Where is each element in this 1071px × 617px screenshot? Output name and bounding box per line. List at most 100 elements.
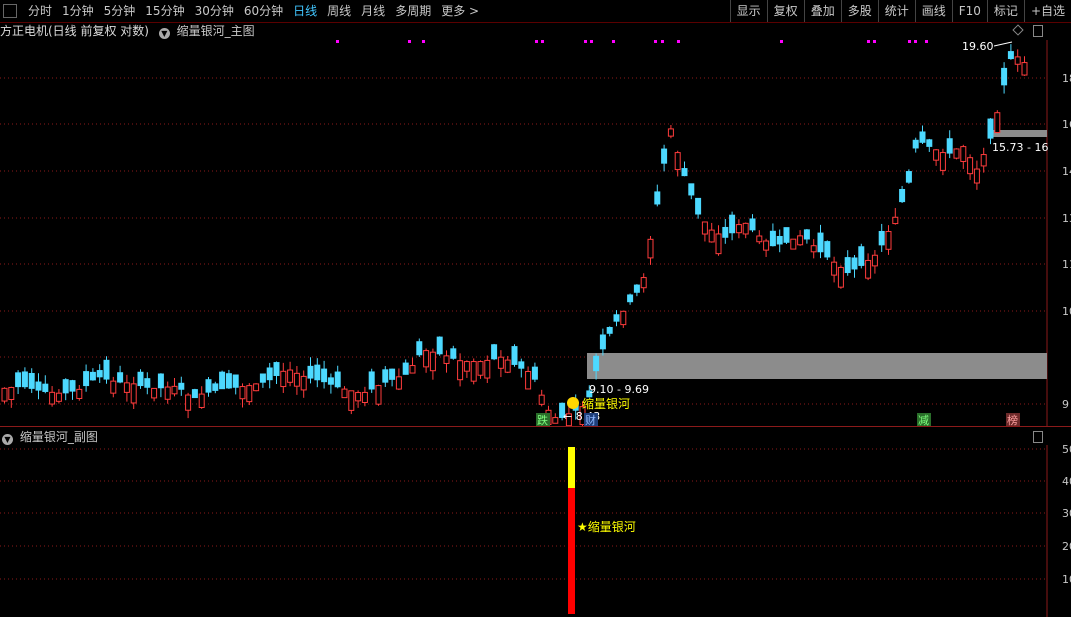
candle-body [293,372,300,387]
signal-marker [612,40,615,43]
candle-body [701,221,708,235]
candle-body [436,336,443,355]
candle-body [382,369,389,383]
candle-body [395,376,402,390]
window-restore-icon[interactable] [1033,431,1043,443]
sub-signal-label: ★缩量银河 [577,519,636,534]
candle-body [953,148,960,159]
toolbar-action-5[interactable]: 画线 [914,0,952,22]
candlestick-chart[interactable]: 181614131110919.60← 8.439.10 - 9.6915.73… [0,40,1071,426]
candle-body [273,362,280,376]
candle-body [871,254,878,267]
signal-bar-bottom [568,488,575,614]
candle-body [885,231,892,250]
support-zone [587,353,1047,379]
period-tab-10[interactable]: 更多 > [436,0,484,22]
toolbar-action-0[interactable]: 显示 [729,0,767,22]
candle-body [967,157,974,175]
candle-body [83,371,90,387]
stock-title: 方正电机(日线 前复权 对数) [0,24,149,38]
candle-body [246,385,253,403]
event-tag: 榜 [1007,413,1018,426]
candle-body [661,148,668,164]
high-price-label: 19.60 [962,40,994,53]
toolbar-action-1[interactable]: 复权 [766,0,804,22]
candle-body [280,370,287,388]
candle-body [491,344,498,360]
candle-body [123,382,130,393]
candle-body [76,388,83,399]
period-tab-8[interactable]: 月线 [356,0,390,22]
main-indicator-title[interactable]: 缩量银河_主图 [177,24,255,38]
candle-body [185,394,192,411]
toolbar-action-6[interactable]: F10 [951,0,987,22]
candle-body [742,222,749,235]
candle-body [110,380,117,394]
candle-body [137,371,144,387]
candle-body [790,238,797,250]
candle-body [858,246,865,266]
period-tab-6[interactable]: 日线 [288,0,322,22]
candle-body [225,373,232,389]
event-tag: 减 [918,414,929,426]
sub-indicator-title[interactable]: 缩量银河_副图 [20,430,98,444]
toolbar-action-7[interactable]: 标记 [986,0,1024,22]
candle-body [939,152,946,171]
candle-body [49,391,56,405]
indicator-chart[interactable]: 50 40 30 20 10 ★缩量银河 [0,445,1071,617]
candle-body [647,238,654,259]
candle-body [810,245,817,253]
diamond-icon[interactable] [1012,24,1024,36]
period-tab-9[interactable]: 多周期 [390,0,436,22]
candle-body [341,388,348,399]
signal-marker [677,40,680,43]
panel-toggle-icon[interactable] [3,4,17,18]
candle-body [518,361,525,369]
candle-body [443,355,450,364]
candle-body [15,372,22,388]
period-tab-7[interactable]: 周线 [322,0,356,22]
period-tab-0[interactable]: 分时 [23,0,57,22]
candle-body [831,261,838,276]
candle-body [8,386,15,401]
y-axis-label: 13 [1062,212,1071,225]
candle-body [749,218,756,231]
candle-body [178,382,185,390]
candle-body [905,171,912,183]
toolbar-action-3[interactable]: 多股 [840,0,878,22]
period-tab-5[interactable]: 60分钟 [239,0,288,22]
candle-body [389,368,396,380]
period-tab-3[interactable]: 15分钟 [140,0,189,22]
y-axis-label: 9 [1062,398,1069,411]
y-axis-label: 40 [1062,475,1071,488]
candle-body [157,373,164,389]
chevron-down-icon[interactable]: ▼ [2,434,13,445]
window-restore-icon[interactable] [1033,25,1043,37]
period-tab-2[interactable]: 5分钟 [99,0,141,22]
candle-body [164,386,171,400]
toolbar-action-2[interactable]: 叠加 [803,0,841,22]
candle-body [620,310,627,326]
candle-body [266,367,273,381]
signal-marker [867,40,870,43]
toolbar-action-8[interactable]: +自选 [1023,0,1071,22]
signal-marker [873,40,876,43]
candle-body [409,365,416,374]
signal-marker [535,40,538,43]
toolbar-action-4[interactable]: 统计 [877,0,915,22]
signal-marker [654,40,657,43]
candle-body [674,152,681,171]
candle-body [912,139,919,149]
period-tab-1[interactable]: 1分钟 [57,0,99,22]
candle-body [1014,56,1021,65]
candle-body [130,383,137,404]
signal-marker [914,40,917,43]
chevron-down-icon[interactable]: ▼ [158,28,170,39]
candle-body [253,383,260,392]
candle-body [729,214,736,234]
candle-body [212,383,219,391]
candle-body [708,229,715,243]
period-tab-4[interactable]: 30分钟 [190,0,239,22]
candle-body [287,369,294,383]
candle-body [1,387,8,402]
